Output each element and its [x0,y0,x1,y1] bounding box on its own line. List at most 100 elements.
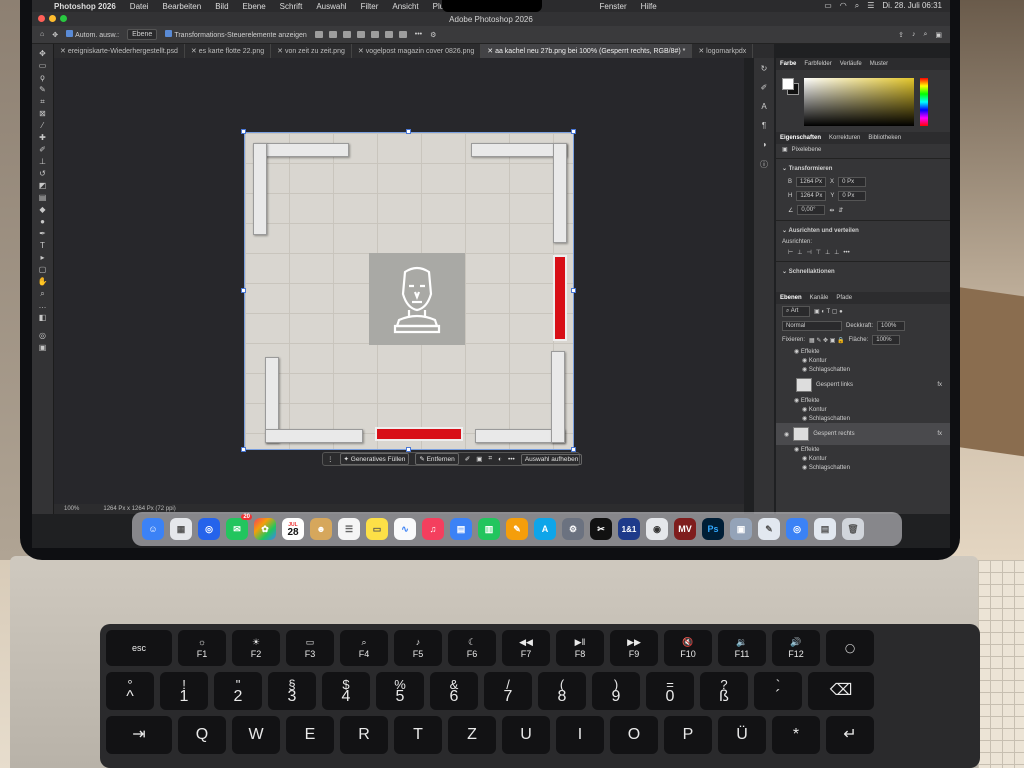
key-6[interactable]: & 6 [430,672,478,710]
opacity-field[interactable]: 100% [877,321,906,331]
menu-bearbeiten[interactable]: Bearbeiten [162,2,201,11]
layer-effect-shadow[interactable]: ◉ Schlagschatten [776,463,950,472]
tab-gradients[interactable]: Verläufe [840,61,862,67]
close-window-button[interactable] [38,15,45,22]
layer-effect-stroke[interactable]: ◉ Kontur [776,356,950,365]
photoshop-icon[interactable]: Ps [702,518,724,540]
key-1[interactable]: ! 1 [160,672,208,710]
tab-document-6[interactable]: ✕ logomarkpdx [692,44,754,58]
share-icon[interactable]: ⇪ [898,31,904,39]
system-settings-icon[interactable]: ⚙ [562,518,584,540]
key-5[interactable]: % 5 [376,672,424,710]
layer-locked-left[interactable]: Gesperrt links fx [776,374,950,396]
move-tool-icon[interactable]: ✥ [52,31,58,39]
calendar-icon[interactable]: JUL 28 [282,518,304,540]
crop-icon[interactable]: ⌗ [488,455,492,463]
zoom-tool-icon[interactable]: ⌕ [38,290,48,298]
lasso-tool-icon[interactable]: ϙ [38,74,48,82]
key-f1[interactable]: ☼ F1 [178,630,226,666]
tab-patterns[interactable]: Muster [870,61,888,67]
layer-effect-stroke[interactable]: ◉ Kontur [776,454,950,463]
width-field[interactable]: 1264 Px [796,177,827,187]
align-bottom-icon[interactable]: ⊥ [834,249,839,256]
key-return[interactable]: ↵ [826,716,874,754]
angle-field[interactable]: 0,00° [797,205,826,215]
key-r[interactable]: R [340,716,388,754]
tab-document-2[interactable]: ✕ es karte flotte 22.png [185,44,272,58]
wifi-icon[interactable]: ◠ [840,1,847,11]
tab-document-4[interactable]: ✕ vogelpost magazin cover 0826.png [352,44,482,58]
align-top-icon[interactable]: ⊤ [816,249,821,256]
home-icon[interactable]: ⌂ [40,31,44,38]
tab-paths[interactable]: Pfade [836,295,852,301]
layer-locked-right[interactable]: ◉ Gesperrt rechts fx [776,423,950,445]
search-icon[interactable]: ⌕ [923,31,927,39]
key-o[interactable]: O [610,716,658,754]
key-f12[interactable]: 🔊 F12 [772,630,820,666]
history-brush-icon[interactable]: ↺ [38,170,48,178]
hand-tool-icon[interactable]: ✋ [38,278,48,286]
transform-handle[interactable] [241,447,246,452]
layer-effect-shadow[interactable]: ◉ Schlagschatten [776,414,950,423]
stamp-tool-icon[interactable]: ⊥ [38,158,48,166]
quick-actions-title[interactable]: ⌄ Schnellaktionen [776,265,950,278]
key-2[interactable]: " 2 [214,672,262,710]
key-f4[interactable]: ⌕ F4 [340,630,388,666]
key-tab[interactable]: ⇥ [106,716,172,754]
key-t[interactable]: T [394,716,442,754]
menu-filter[interactable]: Filter [361,2,379,11]
menu-hilfe[interactable]: Hilfe [641,2,657,11]
music-icon[interactable]: ♫ [422,518,444,540]
key-7[interactable]: /7 [484,672,532,710]
generative-fill-button[interactable]: ✦ Generatives Füllen [339,453,410,465]
height-field[interactable]: 1264 Px [796,191,827,201]
adjustment-icon[interactable]: ◑ [762,140,767,149]
contacts-icon[interactable]: ☻ [310,518,332,540]
tab-properties[interactable]: Eigenschaften [780,135,821,141]
key-esc[interactable]: esc [106,630,172,666]
key-i[interactable]: I [556,716,604,754]
align-vcenter-icon[interactable]: ⊥ [825,249,830,256]
x-field[interactable]: 0 Px [838,177,867,187]
crop-tool-icon[interactable]: ⌗ [38,98,48,106]
remove-button[interactable]: ✎ Entfernen [415,453,459,465]
workspace-icon[interactable]: ▣ [935,31,942,39]
battery-icon[interactable]: ▭ [824,1,832,11]
layer-effects[interactable]: ◉ Effekte [776,347,950,356]
key-z[interactable]: Z [448,716,496,754]
menu-app[interactable]: Photoshop 2026 [54,2,116,11]
pages-icon[interactable]: ✎ [506,518,528,540]
deselect-button[interactable]: Auswahl aufheben [520,453,583,465]
tab-layers[interactable]: Ebenen [780,295,802,301]
menu-fenster[interactable]: Fenster [600,2,627,11]
gear-icon[interactable]: ⚙ [430,31,436,39]
align-section-title[interactable]: ⌄ Ausrichten und verteilen [776,224,950,237]
drag-handle-icon[interactable]: ⋮ [327,455,334,463]
marquee-tool-icon[interactable]: ▭ [38,62,48,70]
key-4[interactable]: $4 [322,672,370,710]
menu-auswahl[interactable]: Auswahl [316,2,346,11]
numbers-icon[interactable]: ▥ [478,518,500,540]
quick-select-tool-icon[interactable]: ✎ [38,86,48,94]
key-f5[interactable]: ♪ F5 [394,630,442,666]
keynote-icon[interactable]: ▤ [450,518,472,540]
menu-datei[interactable]: Datei [130,2,149,11]
menu-ansicht[interactable]: Ansicht [392,2,418,11]
brush-tool-icon[interactable]: ✐ [38,146,48,154]
menu-bild[interactable]: Bild [215,2,228,11]
tab-document-3[interactable]: ✕ von zeit zu zeit.png [271,44,352,58]
menubar-clock[interactable]: Di. 28. Juli 06:31 [882,1,942,11]
align-hcenter-icon[interactable]: ⊥ [797,249,802,256]
minimize-window-button[interactable] [49,15,56,22]
safari-alt-icon[interactable]: ◎ [786,518,808,540]
align-middle-icon[interactable] [370,31,379,38]
foreground-color-swatch[interactable] [782,78,794,90]
filter-icons[interactable]: ▣ ◐ T ▢ ● [814,308,843,315]
y-field[interactable]: 0 Px [838,191,867,201]
brush-settings-icon[interactable]: ✐ [761,83,768,92]
layer-effects[interactable]: ◉ Effekte [776,445,950,454]
zoom-window-button[interactable] [60,15,67,22]
path-select-tool-icon[interactable]: ▸ [38,254,48,262]
paragraph-icon[interactable]: ¶ [762,121,766,130]
more-options-icon[interactable]: ••• [415,31,422,38]
